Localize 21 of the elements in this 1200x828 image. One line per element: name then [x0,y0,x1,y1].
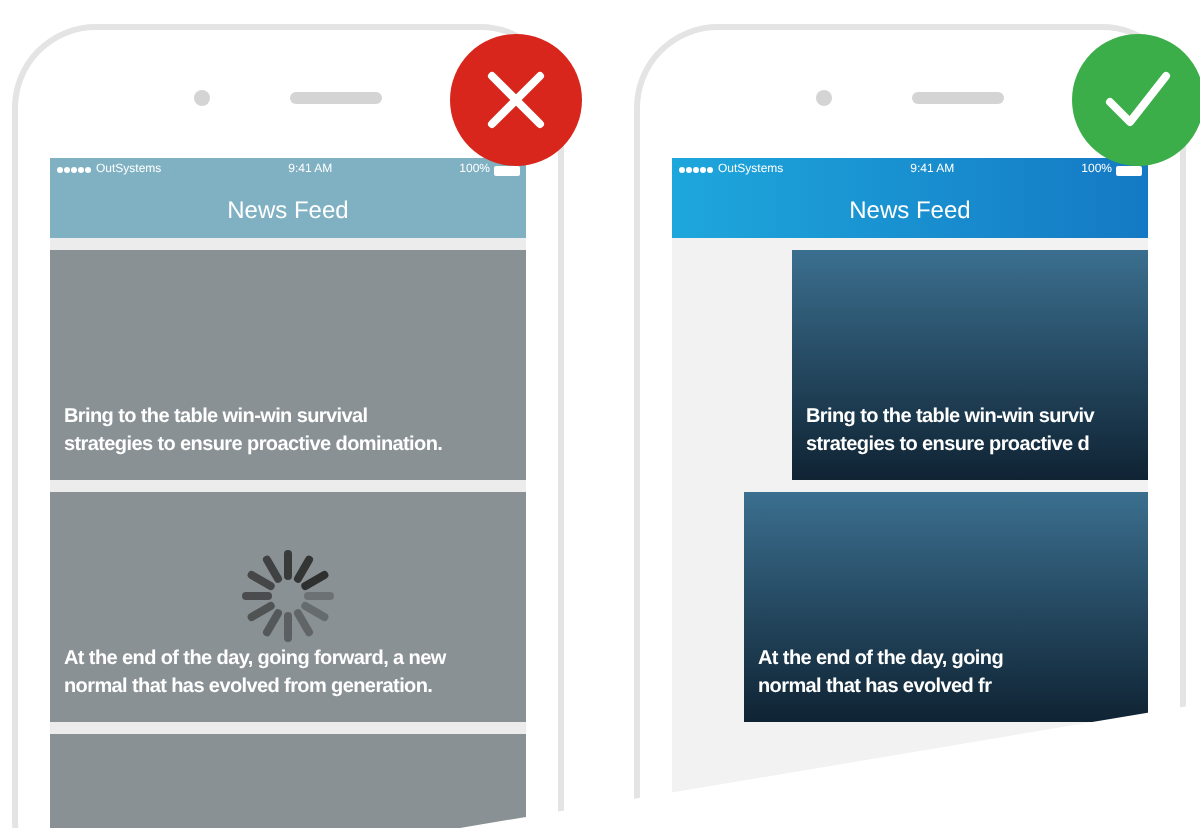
camera-icon [816,90,832,106]
card-caption-line: normal that has evolved fr [758,674,992,702]
speaker-icon [912,92,1004,104]
battery-icon [494,165,520,175]
signal-dots-icon [678,166,714,174]
signal-dots-icon [56,166,92,174]
card-caption-line: strategies to ensure proactive domination. [64,432,443,460]
card-caption-line: strategies to ensure proactive d [806,432,1090,460]
camera-icon [194,90,210,106]
spinner-icon [240,548,336,644]
news-card[interactable]: Bring to the table win-win surviv strategies to ensure proactive d [792,250,1148,480]
screen-title: News Feed [227,194,349,228]
battery-icon [1116,165,1142,175]
card-caption-line: At the end of the day, going [758,646,1004,674]
speaker-icon [290,92,382,104]
news-card[interactable]: At the end of the day, going normal that has evolved fr [744,492,1148,722]
screen-title: News Feed [849,194,971,228]
card-caption-line: At the end of the day, going forward, a new [64,646,446,674]
card-caption-line: Bring to the table win-win survival [64,404,368,432]
card-caption-line: normal that has evolved from generation. [64,674,433,702]
card-caption-line: Bring to the table win-win surviv [806,404,1095,432]
